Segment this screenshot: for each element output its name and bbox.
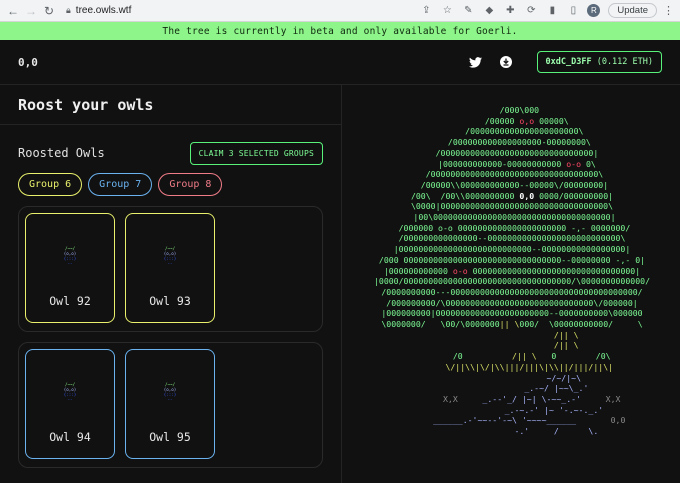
profile-avatar[interactable]: R bbox=[587, 4, 601, 17]
owl-name: Owl 92 bbox=[49, 294, 91, 308]
browser-update-button[interactable]: Update bbox=[608, 3, 657, 18]
ascii-tree[interactable]: /000\000 /00000 o,o 00000\ /000000000000… bbox=[348, 105, 676, 437]
tree-panel[interactable]: /000\000 /00000 o,o 00000\ /000000000000… bbox=[342, 85, 680, 483]
owl-card[interactable]: /~~/ (o,o) (:::) -- Owl 95 bbox=[125, 349, 215, 459]
sidebar-icon[interactable]: ▯ bbox=[567, 5, 579, 16]
eyedropper-icon[interactable]: ✎ bbox=[462, 5, 474, 16]
corner-coord-right: 0,0 bbox=[610, 415, 626, 426]
beta-banner: The tree is currently in beta and only a… bbox=[0, 22, 680, 40]
wallet-button[interactable]: 0xdC_D3FF (0.112 ETH) bbox=[536, 51, 662, 73]
download-icon[interactable] bbox=[499, 55, 513, 69]
owl-sprite-icon: /~~/ (o,o) (:::) -- bbox=[63, 382, 77, 402]
owl-name: Owl 93 bbox=[149, 294, 191, 308]
coordinate-readout: 0,0 bbox=[18, 55, 38, 69]
url-text: tree.owls.wtf bbox=[75, 5, 132, 16]
roost-title: Roost your owls bbox=[0, 85, 341, 125]
app-header: 0,0 0xdC_D3FF (0.112 ETH) bbox=[0, 40, 680, 85]
lock-icon: 🔒︎ bbox=[66, 5, 71, 15]
owl-card[interactable]: /~~/ (o,o) (:::) -- Owl 92 bbox=[25, 213, 115, 323]
reload-icon[interactable]: ↻ bbox=[42, 4, 56, 18]
owl-name: Owl 95 bbox=[149, 430, 191, 444]
twitter-icon[interactable] bbox=[469, 55, 483, 69]
owl-name: Owl 94 bbox=[49, 430, 91, 444]
claim-groups-button[interactable]: CLAIM 3 SELECTED GROUPS bbox=[189, 141, 323, 165]
wallet-address: 0xdC_D3FF bbox=[545, 57, 592, 67]
corner-coord-left: X,X bbox=[442, 393, 458, 404]
group-pill-6[interactable]: Group 6 bbox=[18, 173, 83, 196]
star-icon[interactable]: ☆ bbox=[441, 5, 453, 16]
main-area: Roost your owls Roosted Owls CLAIM 3 SEL… bbox=[0, 85, 680, 483]
reading-list-icon[interactable]: ▮ bbox=[546, 5, 558, 16]
roost-panel: Roost your owls Roosted Owls CLAIM 3 SEL… bbox=[0, 85, 342, 483]
wallet-balance: (0.112 ETH) bbox=[596, 57, 653, 67]
menu-kebab-icon[interactable]: ⋮ bbox=[663, 4, 674, 17]
roosted-owls-title: Roosted Owls bbox=[18, 146, 105, 160]
fox-extension-icon[interactable]: ◆ bbox=[483, 5, 495, 16]
group-filters: Group 6 Group 7 Group 8 bbox=[0, 173, 341, 196]
browser-toolbar: ← → ↻ 🔒︎ tree.owls.wtf ⇪ ☆ ✎ ◆ ✚ ⟳ ▮ ▯ R… bbox=[0, 0, 680, 22]
owl-card[interactable]: /~~/ (o,o) (:::) -- Owl 93 bbox=[125, 213, 215, 323]
owl-group-box: /~~/ (o,o) (:::) -- Owl 94 /~~/ (o,o) (:… bbox=[18, 342, 323, 468]
back-icon[interactable]: ← bbox=[6, 4, 20, 18]
owl-sprite-icon: /~~/ (o,o) (:::) -- bbox=[163, 382, 177, 402]
sync-icon[interactable]: ⟳ bbox=[525, 5, 537, 16]
share-icon[interactable]: ⇪ bbox=[420, 5, 432, 16]
roosted-header: Roosted Owls CLAIM 3 SELECTED GROUPS bbox=[0, 125, 341, 171]
group-pill-7[interactable]: Group 7 bbox=[88, 173, 153, 196]
owl-sprite-icon: /~~/ (o,o) (:::) -- bbox=[163, 246, 177, 266]
forward-icon[interactable]: → bbox=[24, 4, 38, 18]
group-pill-8[interactable]: Group 8 bbox=[158, 173, 223, 196]
owl-sprite-icon: /~~/ (o,o) (:::) -- bbox=[63, 246, 77, 266]
address-bar[interactable]: 🔒︎ tree.owls.wtf bbox=[62, 2, 420, 20]
tree-highlight-coord: 0,0 bbox=[519, 190, 535, 201]
owl-group-box: /~~/ (o,o) (:::) -- Owl 92 /~~/ (o,o) (:… bbox=[18, 206, 323, 332]
puzzle-extension-icon[interactable]: ✚ bbox=[504, 5, 516, 16]
owl-card[interactable]: /~~/ (o,o) (:::) -- Owl 94 bbox=[25, 349, 115, 459]
